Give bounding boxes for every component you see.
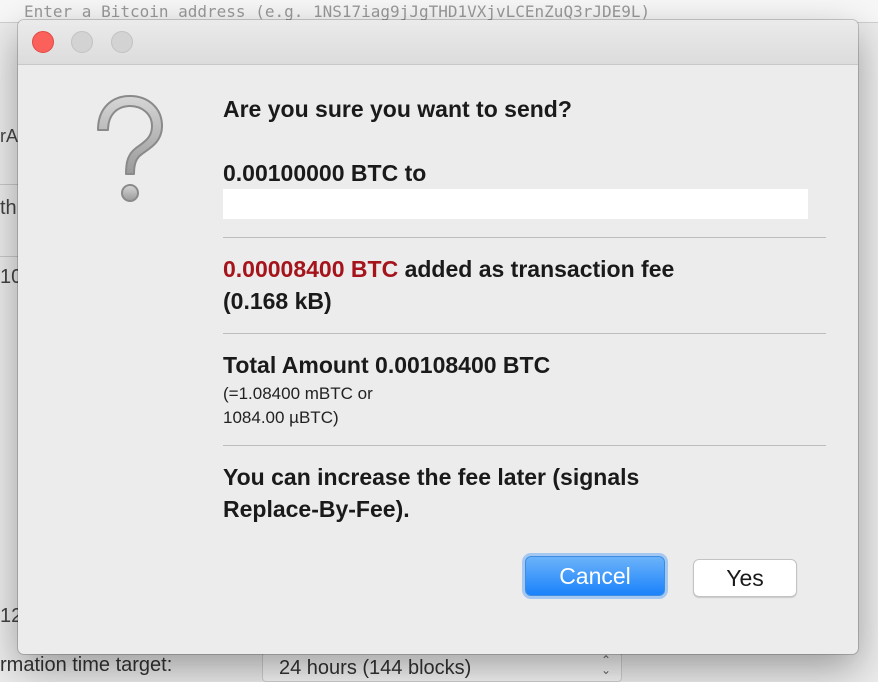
fee-amount: 0.00008400 BTC	[223, 256, 399, 282]
select-arrows-icon: ⌃ ⌄	[600, 653, 611, 677]
redacted-address-overlay	[223, 189, 808, 219]
bg-divider	[0, 184, 20, 185]
total-amount-ubtc: 1084.00 µBTC)	[223, 408, 339, 427]
confirmation-target-value: 24 hours (144 blocks)	[279, 657, 472, 679]
bg-divider	[0, 256, 20, 257]
fee-description: added as transaction fee	[398, 256, 675, 282]
dialog-heading: Are you sure you want to send?	[223, 96, 572, 122]
question-mark-icon	[90, 92, 170, 212]
separator	[223, 445, 826, 446]
confirmation-target-label: rmation time target:	[0, 654, 173, 676]
zoom-window-button	[111, 31, 133, 53]
address-placeholder: Enter a Bitcoin address (e.g. 1NS17iag9j…	[24, 2, 651, 21]
bg-fragment-2: th	[0, 197, 17, 219]
yes-button[interactable]: Yes	[693, 559, 797, 597]
total-amount-mbtc: (=1.08400 mBTC or	[223, 384, 373, 403]
fee-line: 0.00008400 BTC added as transaction fee	[223, 256, 674, 283]
rbf-notice-line-1: You can increase the fee later (signals	[223, 464, 640, 490]
total-amount: Total Amount 0.00108400 BTC	[223, 352, 551, 378]
send-confirmation-dialog: Are you sure you want to send? 0.0010000…	[18, 20, 858, 654]
rbf-notice-line-2: Replace-By-Fee).	[223, 496, 410, 522]
minimize-window-button	[71, 31, 93, 53]
confirmation-target-select[interactable]: 24 hours (144 blocks) ⌃ ⌄	[262, 652, 622, 682]
dialog-titlebar[interactable]	[18, 20, 858, 65]
close-window-button[interactable]	[32, 31, 54, 53]
confirmation-target-row: rmation time target: 24 hours (144 block…	[0, 652, 878, 682]
cancel-button[interactable]: Cancel	[525, 556, 665, 596]
fee-size: (0.168 kB)	[223, 288, 332, 314]
bg-fragment-1: rA	[0, 126, 18, 146]
separator	[223, 237, 826, 238]
send-amount-line: 0.00100000 BTC to	[223, 160, 427, 186]
separator	[223, 333, 826, 334]
